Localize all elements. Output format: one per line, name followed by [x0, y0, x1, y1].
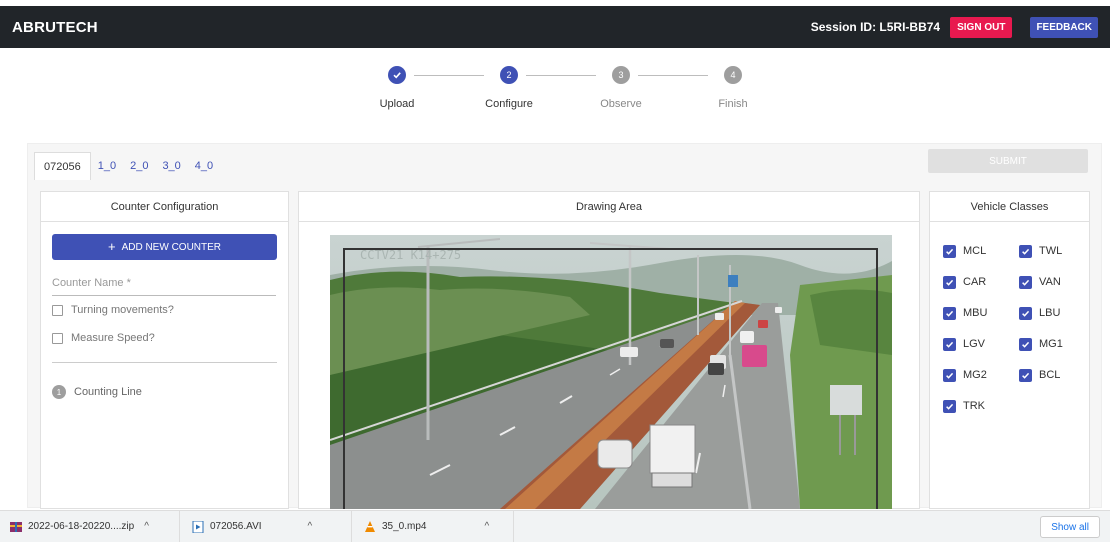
measure-speed-checkbox[interactable]: Measure Speed?	[52, 332, 155, 344]
counting-line-label: Counting Line	[74, 386, 142, 398]
highway-camera-frame: CCTV21 K14+275	[330, 235, 892, 509]
download-item[interactable]: 2022-06-18-20220....zip ^	[10, 510, 180, 542]
vehicle-class-bcl[interactable]: BCL	[1019, 367, 1095, 383]
panel-title: Counter Configuration	[41, 192, 288, 222]
counting-line-number: 1	[52, 385, 66, 399]
progress-stepper: Upload 2 Configure 3 Observe 4 Finish	[360, 66, 760, 116]
counting-line-item[interactable]: 1 Counting Line	[52, 385, 142, 399]
counter-configuration-panel: Counter Configuration + ADD NEW COUNTER …	[40, 191, 289, 509]
checkbox-empty-icon	[52, 304, 63, 316]
download-file-name: 35_0.mp4	[382, 521, 427, 532]
camera-overlay-text: CCTV21 K14+275	[360, 248, 461, 262]
download-file-name: 072056.AVI	[210, 521, 262, 532]
vehicle-class-label: MCL	[963, 245, 987, 257]
add-counter-label: ADD NEW COUNTER	[121, 241, 222, 253]
checkbox-checked-icon	[943, 368, 956, 382]
checkbox-label: Turning movements?	[71, 304, 174, 316]
archive-icon	[10, 521, 22, 532]
step-label: Observe	[600, 98, 642, 110]
vehicle-class-label: BCL	[1039, 369, 1061, 381]
step-upload[interactable]: Upload	[362, 66, 432, 110]
vehicle-class-label: TWL	[1039, 245, 1063, 257]
vehicle-class-label: MBU	[963, 307, 988, 319]
checkbox-checked-icon	[943, 337, 956, 351]
step-finish[interactable]: 4 Finish	[698, 66, 768, 110]
checkbox-checked-icon	[943, 306, 956, 320]
checkbox-checked-icon	[943, 399, 956, 413]
download-item[interactable]: 35_0.mp4 ^	[364, 510, 514, 542]
checkbox-checked-icon	[1019, 275, 1032, 289]
vehicle-class-van[interactable]: VAN	[1019, 274, 1095, 290]
video-file-icon	[192, 520, 204, 533]
checkbox-checked-icon	[943, 275, 956, 289]
vehicle-class-label: MG1	[1039, 338, 1063, 350]
vehicle-class-trk[interactable]: TRK	[943, 398, 1019, 414]
vehicle-class-mg2[interactable]: MG2	[943, 367, 1019, 383]
vehicle-class-label: TRK	[963, 400, 985, 412]
submit-button[interactable]: SUBMIT	[928, 149, 1088, 173]
check-icon	[388, 66, 406, 84]
tab-4-0[interactable]: 4_0	[188, 152, 220, 180]
vlc-icon	[365, 520, 375, 532]
vehicle-class-lgv[interactable]: LGV	[943, 336, 1019, 352]
vehicle-class-label: CAR	[963, 276, 987, 288]
vehicle-class-label: MG2	[963, 369, 987, 381]
configure-workspace: 072056 1_0 2_0 3_0 4_0 SUBMIT Counter Co…	[27, 143, 1102, 509]
feedback-button[interactable]: FEEDBACK	[1030, 16, 1098, 38]
step-number: 2	[500, 66, 518, 84]
checkbox-label: Measure Speed?	[71, 332, 155, 344]
vehicle-class-twl[interactable]: TWL	[1019, 243, 1095, 259]
step-observe[interactable]: 3 Observe	[586, 66, 656, 110]
vehicle-class-label: VAN	[1039, 276, 1061, 288]
turning-movements-checkbox[interactable]: Turning movements?	[52, 304, 174, 316]
plus-icon: +	[107, 239, 116, 254]
tab-072056[interactable]: 072056	[34, 152, 91, 180]
panel-title: Drawing Area	[299, 192, 919, 222]
checkbox-checked-icon	[1019, 244, 1032, 258]
vehicle-class-mbu[interactable]: MBU	[943, 305, 1019, 321]
download-file-name: 2022-06-18-20220....zip	[28, 521, 135, 532]
vehicle-class-mcl[interactable]: MCL	[943, 243, 1019, 259]
checkbox-empty-icon	[52, 332, 63, 344]
tab-2-0[interactable]: 2_0	[123, 152, 155, 180]
step-number: 4	[724, 66, 742, 84]
checkbox-checked-icon	[1019, 306, 1032, 320]
vehicle-class-mg1[interactable]: MG1	[1019, 336, 1095, 352]
video-tabs: 072056 1_0 2_0 3_0 4_0	[34, 152, 220, 180]
chevron-up-icon[interactable]: ^	[144, 521, 149, 532]
step-configure[interactable]: 2 Configure	[474, 66, 544, 110]
vehicle-class-lbu[interactable]: LBU	[1019, 305, 1095, 321]
chevron-up-icon[interactable]: ^	[308, 521, 313, 532]
tab-3-0[interactable]: 3_0	[155, 152, 187, 180]
add-new-counter-button[interactable]: + ADD NEW COUNTER	[52, 234, 277, 260]
sign-out-button[interactable]: SIGN OUT	[950, 16, 1013, 38]
drawing-canvas[interactable]: CCTV21 K14+275	[330, 235, 892, 509]
step-label: Configure	[485, 98, 533, 110]
show-all-button[interactable]: Show all	[1040, 516, 1100, 538]
appbar-actions: Session ID: L5RI-BB74 SIGN OUT FEEDBACK	[810, 16, 1098, 38]
panel-title: Vehicle Classes	[930, 192, 1089, 222]
checkbox-checked-icon	[943, 244, 956, 258]
vehicle-class-label: LBU	[1039, 307, 1061, 319]
brand-title: ABRUTECH	[12, 18, 98, 36]
checkbox-checked-icon	[1019, 337, 1032, 351]
download-item[interactable]: 072056.AVI ^	[192, 510, 352, 542]
vehicle-classes-panel: Vehicle Classes MCL TWL CAR VAN MBU LBU …	[929, 191, 1090, 509]
step-label: Finish	[718, 98, 748, 110]
divider	[52, 362, 277, 363]
vehicle-class-label: LGV	[963, 338, 986, 350]
tab-1-0[interactable]: 1_0	[91, 152, 123, 180]
chevron-up-icon[interactable]: ^	[484, 521, 489, 532]
drawing-area-panel: Drawing Area CCTV21 K14+275	[298, 191, 920, 509]
vehicle-class-car[interactable]: CAR	[943, 274, 1019, 290]
step-label: Upload	[379, 98, 415, 110]
step-number: 3	[612, 66, 630, 84]
app-bar: ABRUTECH Session ID: L5RI-BB74 SIGN OUT …	[0, 6, 1110, 48]
download-bar: 2022-06-18-20220....zip ^ 072056.AVI ^ 3…	[0, 510, 1110, 542]
vehicle-class-grid: MCL TWL CAR VAN MBU LBU LGV MG1 MG2 BCL …	[943, 243, 1095, 414]
counter-name-field[interactable]: Counter Name *	[52, 277, 276, 296]
session-id: Session ID: L5RI-BB74	[810, 20, 941, 34]
checkbox-checked-icon	[1019, 368, 1032, 382]
